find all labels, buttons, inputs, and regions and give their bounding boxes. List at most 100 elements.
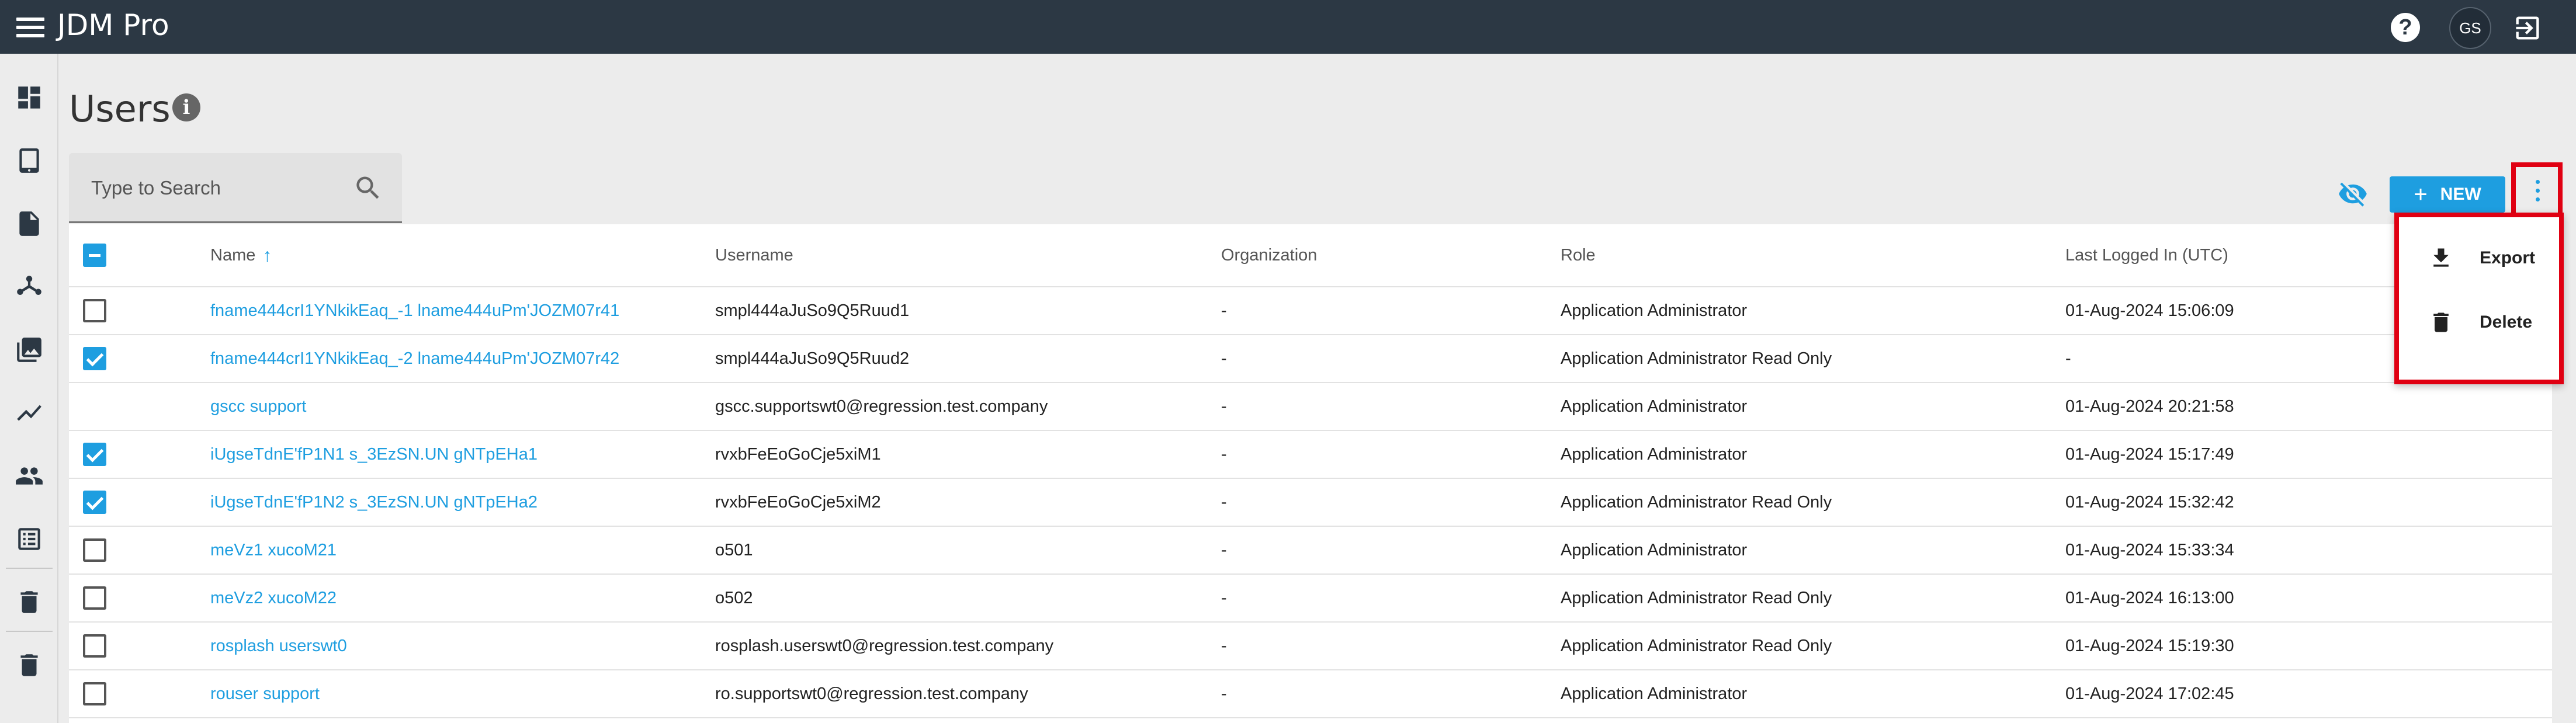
username-cell: smpl444aJuSo9Q5Ruud1 xyxy=(715,301,910,320)
tablet-icon[interactable] xyxy=(15,146,44,175)
role-cell: Application Administrator xyxy=(1561,684,1748,703)
username-cell: gscc.supportswt0@regression.test.company xyxy=(715,397,1048,416)
user-name-link[interactable]: iUgseTdnE'fP1N1 s_3EzSN.UN gNTpEHa1 xyxy=(210,445,538,464)
trash-icon[interactable] xyxy=(15,651,44,680)
username-cell: ro.supportswt0@regression.test.company xyxy=(715,684,1028,703)
organization-cell: - xyxy=(1221,349,1227,368)
role-cell: Application Administrator xyxy=(1561,397,1748,416)
more-options-menu: Export Delete xyxy=(2394,213,2564,384)
dashboard-icon[interactable] xyxy=(15,83,44,112)
select-all-checkbox[interactable] xyxy=(83,244,106,267)
row-checkbox[interactable] xyxy=(83,538,106,562)
organization-cell: - xyxy=(1221,492,1227,512)
row-checkbox[interactable] xyxy=(83,443,106,466)
logout-icon[interactable] xyxy=(2512,13,2543,43)
organization-cell: - xyxy=(1221,636,1227,655)
row-checkbox[interactable] xyxy=(83,299,106,322)
table-row[interactable]: fname444crI1YNkikEaq_-1 lname444uPm'JOZM… xyxy=(69,287,2552,335)
column-header-organization[interactable]: Organization xyxy=(1221,224,1317,286)
trash-icon xyxy=(2433,312,2449,332)
row-checkbox[interactable] xyxy=(83,586,106,610)
top-app-bar: JDM Pro ? GS xyxy=(0,0,2576,54)
username-cell: o501 xyxy=(715,540,753,559)
role-cell: Application Administrator Read Only xyxy=(1561,349,1832,368)
column-header-username[interactable]: Username xyxy=(715,224,793,286)
table-row[interactable]: gscc support gscc.supportswt0@regression.… xyxy=(69,383,2552,431)
last-logged-in-cell: 01-Aug-2024 15:33:34 xyxy=(2065,540,2234,559)
new-button[interactable]: + NEW xyxy=(2390,176,2505,213)
trend-chart-icon[interactable] xyxy=(15,398,44,427)
table-row[interactable]: fname444crI1YNkikEaq_-2 lname444uPm'JOZM… xyxy=(69,335,2552,383)
page-title: Users xyxy=(69,88,171,130)
sidebar-divider xyxy=(6,568,53,569)
user-name-link[interactable]: rouser support xyxy=(210,684,320,704)
last-logged-in-cell: 01-Aug-2024 15:19:30 xyxy=(2065,636,2234,655)
role-cell: Application Administrator Read Only xyxy=(1561,588,1832,607)
users-icon[interactable] xyxy=(15,461,44,491)
user-name-link[interactable]: gscc support xyxy=(210,397,306,416)
menu-item-export-label: Export xyxy=(2480,248,2536,267)
table-row[interactable]: iUgseTdnE'fP1N1 s_3EzSN.UN gNTpEHa1 rvxbF… xyxy=(69,431,2552,479)
sidebar-divider xyxy=(6,631,53,632)
table-row[interactable]: meVz1 xucoM21 o501 - Application Administra… xyxy=(69,527,2552,575)
username-cell: o502 xyxy=(715,588,753,607)
table-row[interactable]: iUgseTdnE'fP1N2 s_3EzSN.UN gNTpEHa2 rvxbF… xyxy=(69,479,2552,527)
hierarchy-icon[interactable] xyxy=(15,272,44,301)
username-cell: rosplash.userswt0@regression.test.compan… xyxy=(715,636,1054,655)
user-name-link[interactable]: rosplash userswt0 xyxy=(210,637,347,656)
last-logged-in-cell: 01-Aug-2024 15:32:42 xyxy=(2065,492,2234,512)
organization-cell: - xyxy=(1221,301,1227,320)
plus-icon: + xyxy=(2414,181,2428,207)
download-icon xyxy=(2433,248,2449,267)
organization-cell: - xyxy=(1221,684,1227,703)
table-row[interactable]: meVz2 xucoM22 o502 - Application Administra… xyxy=(69,575,2552,623)
role-cell: Application Administrator Read Only xyxy=(1561,492,1832,512)
user-name-link[interactable]: meVz1 xucoM21 xyxy=(210,541,337,560)
username-cell: smpl444aJuSo9Q5Ruud2 xyxy=(715,349,910,368)
sidebar xyxy=(0,54,58,723)
search-input[interactable] xyxy=(91,173,337,203)
last-logged-in-cell: 01-Aug-2024 15:06:09 xyxy=(2065,301,2234,320)
row-checkbox[interactable] xyxy=(83,491,106,514)
visibility-off-icon[interactable] xyxy=(2336,179,2370,209)
last-logged-in-cell: 01-Aug-2024 16:13:00 xyxy=(2065,588,2234,607)
more-vert-icon xyxy=(2536,180,2540,206)
menu-item-export[interactable]: Export xyxy=(2399,229,2559,287)
user-name-link[interactable]: fname444crI1YNkikEaq_-2 lname444uPm'JOZM… xyxy=(210,349,619,369)
organization-cell: - xyxy=(1221,444,1227,464)
column-header-name[interactable]: Name ↑ xyxy=(210,224,272,286)
row-checkbox[interactable] xyxy=(83,682,106,705)
column-header-role[interactable]: Role xyxy=(1561,224,1596,286)
organization-cell: - xyxy=(1221,588,1227,607)
user-name-link[interactable]: fname444crI1YNkikEaq_-1 lname444uPm'JOZM… xyxy=(210,301,619,321)
role-cell: Application Administrator xyxy=(1561,540,1748,559)
user-name-link[interactable]: iUgseTdnE'fP1N2 s_3EzSN.UN gNTpEHa2 xyxy=(210,493,538,512)
menu-item-delete-label: Delete xyxy=(2480,312,2533,332)
media-library-icon[interactable] xyxy=(15,335,44,364)
avatar[interactable]: GS xyxy=(2449,7,2491,49)
table-row[interactable]: rosplash userswt0 rosplash.userswt0@regre… xyxy=(69,623,2552,670)
username-cell: rvxbFeEoGoCje5xiM2 xyxy=(715,492,881,512)
username-cell: rvxbFeEoGoCje5xiM1 xyxy=(715,444,881,464)
role-cell: Application Administrator xyxy=(1561,301,1748,320)
row-checkbox[interactable] xyxy=(83,347,106,370)
help-circle-icon[interactable]: ? xyxy=(2391,13,2420,42)
organization-cell: - xyxy=(1221,540,1227,559)
table-row[interactable]: rouser support ro.supportswt0@regression.… xyxy=(69,670,2552,718)
user-name-link[interactable]: meVz2 xucoM22 xyxy=(210,589,337,608)
search-icon[interactable] xyxy=(353,173,383,203)
organization-cell: - xyxy=(1221,397,1227,416)
last-logged-in-cell: 01-Aug-2024 20:21:58 xyxy=(2065,397,2234,416)
row-checkbox[interactable] xyxy=(83,634,106,658)
list-icon[interactable] xyxy=(15,524,44,554)
column-header-last-logged-in[interactable]: Last Logged In (UTC) xyxy=(2065,224,2228,286)
menu-item-delete[interactable]: Delete xyxy=(2399,293,2559,352)
users-table: Name ↑ Username Organization Role Last Lo… xyxy=(69,224,2552,723)
table-header-row: Name ↑ Username Organization Role Last Lo… xyxy=(69,224,2552,287)
document-icon[interactable] xyxy=(15,209,44,238)
trash-icon[interactable] xyxy=(15,588,44,617)
info-icon[interactable]: i xyxy=(172,93,200,121)
role-cell: Application Administrator xyxy=(1561,444,1748,464)
last-logged-in-cell: 01-Aug-2024 15:17:49 xyxy=(2065,444,2234,464)
hamburger-menu-icon[interactable] xyxy=(16,18,44,37)
